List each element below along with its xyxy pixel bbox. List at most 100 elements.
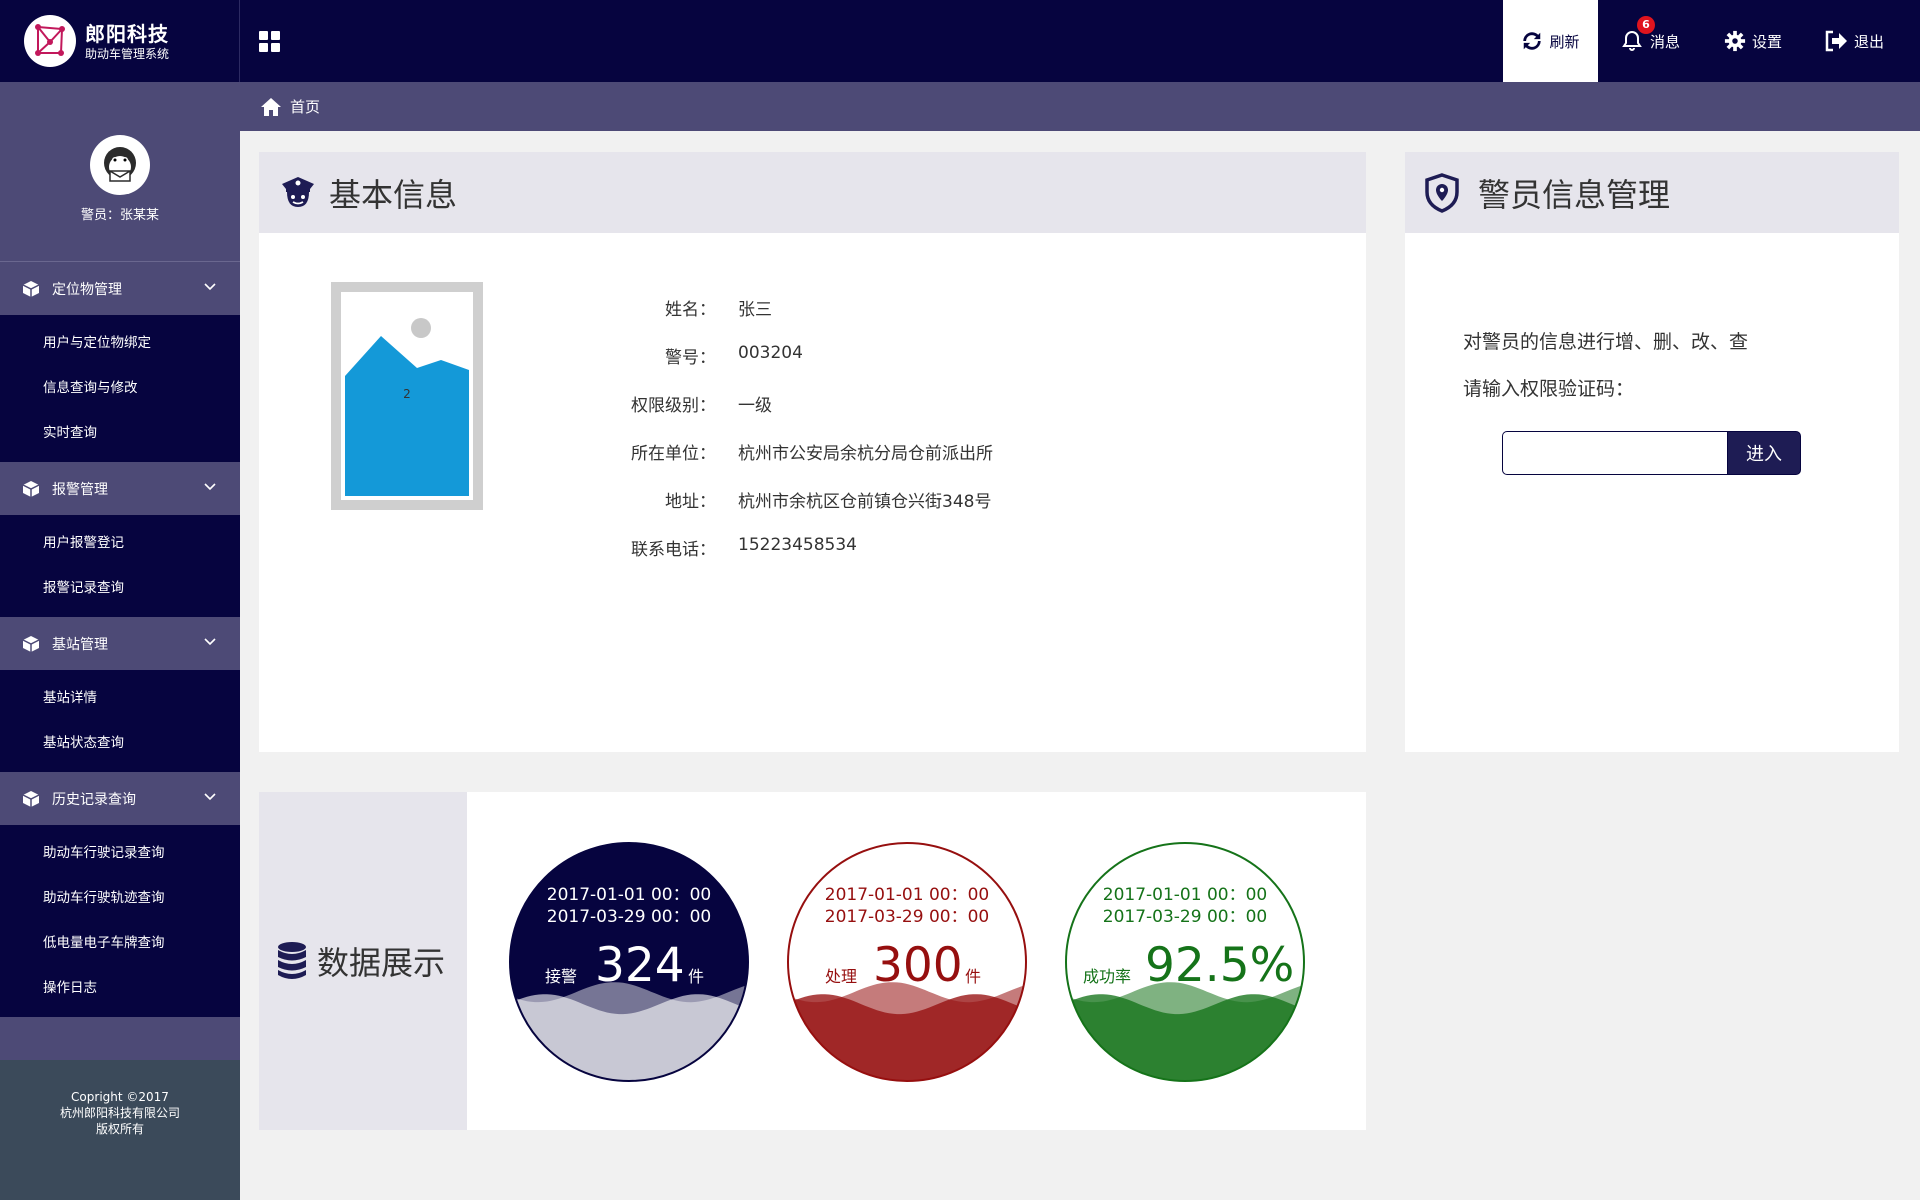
menu-item-realtime-query[interactable]: 实时查询 xyxy=(0,411,240,456)
message-count-badge: 6 xyxy=(1637,16,1655,34)
gauge-value-row: 接警 324 件 xyxy=(507,938,751,998)
chevron-down-icon xyxy=(204,483,216,491)
menu-head-label: 基站管理 xyxy=(52,637,108,653)
settings-button[interactable]: 设置 xyxy=(1724,0,1782,82)
logout-button[interactable]: 退出 xyxy=(1824,0,1884,82)
breadcrumb-home[interactable]: 首页 xyxy=(290,96,320,117)
info-value: 张三 xyxy=(738,300,772,320)
info-value: 15223458534 xyxy=(738,535,857,555)
app-subtitle: 助动车管理系统 xyxy=(85,47,170,61)
sidebar-footer: Copright ©2017 杭州郎阳科技有限公司 版权所有 xyxy=(0,1060,240,1200)
avatar[interactable] xyxy=(90,135,150,195)
refresh-icon xyxy=(1523,32,1542,50)
menu-head-alarm[interactable]: 报警管理 xyxy=(0,463,240,515)
gauge-value: 300 xyxy=(873,938,963,993)
enter-button[interactable]: 进入 xyxy=(1727,431,1801,475)
rights-line: 版权所有 xyxy=(95,1122,144,1136)
refresh-label: 刷新 xyxy=(1549,32,1580,51)
menu-head-history[interactable]: 历史记录查询 xyxy=(0,773,240,825)
grid-menu-icon[interactable] xyxy=(259,31,281,53)
menu-item-station-status[interactable]: 基站状态查询 xyxy=(0,721,240,766)
menu-submenu: 用户报警登记 报警记录查询 xyxy=(0,515,240,617)
gauge-value-row: 处理 300 件 xyxy=(785,938,1029,998)
menu-item-low-battery-plates[interactable]: 低电量电子车牌查询 xyxy=(0,921,240,966)
menu-head-label: 定位物管理 xyxy=(52,282,122,298)
menu-group-alarm: 报警管理 用户报警登记 报警记录查询 xyxy=(0,463,240,617)
gauge-value: 324 xyxy=(595,938,685,993)
data-display-header: 数据展示 xyxy=(259,792,467,1130)
logout-icon xyxy=(1825,30,1847,52)
menu-item-alarm-register[interactable]: 用户报警登记 xyxy=(0,521,240,566)
auth-code-input[interactable] xyxy=(1502,431,1727,475)
menu-head-location[interactable]: 定位物管理 xyxy=(0,263,240,315)
menu-item-ride-tracks[interactable]: 助动车行驶轨迹查询 xyxy=(0,876,240,921)
gauge-alarms-handled: 2017-01-01 00：00 2017-03-29 00：00 处理 300… xyxy=(785,840,1029,1084)
menu-head-label: 报警管理 xyxy=(52,482,108,498)
user-profile: 警员：张某某 xyxy=(0,82,240,262)
info-label: 联系电话： xyxy=(631,540,716,560)
gauge-date-to: 2017-03-29 00：00 xyxy=(546,907,712,927)
company-line: 杭州郎阳科技有限公司 xyxy=(59,1106,180,1120)
cube-icon xyxy=(22,281,40,297)
menu-submenu: 基站详情 基站状态查询 xyxy=(0,670,240,772)
photo-placeholder-label: 2 xyxy=(403,387,411,401)
chevron-down-icon xyxy=(204,793,216,801)
info-label: 姓名： xyxy=(665,300,716,320)
gauge-value-row: 成功率 92.5% xyxy=(1063,938,1307,998)
info-value: 杭州市公安局余杭分局仓前派出所 xyxy=(738,444,993,464)
breadcrumb: 首页 xyxy=(240,82,1920,131)
app-name: 郎阳科技 xyxy=(85,22,169,46)
auth-code-prompt: 请输入权限验证码： xyxy=(1463,378,1635,400)
company-logo xyxy=(24,15,76,67)
gauge-prefix: 接警 xyxy=(545,967,578,986)
menu-item-user-device-binding[interactable]: 用户与定位物绑定 xyxy=(0,321,240,366)
brand: 郎阳科技 助动车管理系统 xyxy=(0,0,240,82)
menu-group-base-station: 基站管理 基站详情 基站状态查询 xyxy=(0,618,240,772)
copyright-line: Copright ©2017 xyxy=(71,1090,169,1104)
menu-item-info-query-edit[interactable]: 信息查询与修改 xyxy=(0,366,240,411)
menu-head-label: 历史记录查询 xyxy=(52,792,136,808)
officer-management-panel: 警员信息管理 对警员的信息进行增、删、改、查 请输入权限验证码： 进入 xyxy=(1405,152,1899,752)
messages-label: 消息 xyxy=(1650,32,1681,51)
gauge-value: 92.5% xyxy=(1145,938,1295,993)
user-name: 警员：张某某 xyxy=(80,208,159,223)
menu-group-history: 历史记录查询 助动车行驶记录查询 助动车行驶轨迹查询 低电量电子车牌查询 操作日… xyxy=(0,773,240,1017)
settings-label: 设置 xyxy=(1752,32,1783,51)
gauge-success-rate: 2017-01-01 00：00 2017-03-29 00：00 成功率 92… xyxy=(1063,840,1307,1084)
data-display-title: 数据展示 xyxy=(317,944,446,982)
menu-submenu: 助动车行驶记录查询 助动车行驶轨迹查询 低电量电子车牌查询 操作日志 xyxy=(0,825,240,1017)
gauge-prefix: 处理 xyxy=(825,967,858,986)
info-label: 地址： xyxy=(665,492,716,512)
info-value: 杭州市余杭区仓前镇仓兴街348号 xyxy=(738,492,992,512)
basic-info-title: 基本信息 xyxy=(329,175,458,214)
officer-management-header: 警员信息管理 xyxy=(1405,152,1899,233)
info-value: 一级 xyxy=(738,396,772,416)
menu-group-location: 定位物管理 用户与定位物绑定 信息查询与修改 实时查询 xyxy=(0,263,240,462)
gear-icon xyxy=(1724,30,1746,52)
refresh-button[interactable]: 刷新 xyxy=(1503,0,1598,82)
top-bar: 郎阳科技 助动车管理系统 刷新 6 消息 设置 退出 xyxy=(0,0,1920,82)
menu-item-station-details[interactable]: 基站详情 xyxy=(0,676,240,721)
data-display-panel: 数据展示 2017-01-01 00：00 2017-03-29 00：00 接… xyxy=(259,792,1366,1130)
police-officer-icon xyxy=(282,176,314,207)
home-icon xyxy=(261,97,281,116)
gauge-date-to: 2017-03-29 00：00 xyxy=(1102,907,1268,927)
profile-photo-placeholder: 2 xyxy=(331,282,483,510)
info-label: 所在单位： xyxy=(631,444,716,464)
logout-label: 退出 xyxy=(1854,32,1885,51)
info-label: 权限级别： xyxy=(631,396,716,416)
menu-item-operation-log[interactable]: 操作日志 xyxy=(0,966,240,1011)
menu-head-base-station[interactable]: 基站管理 xyxy=(0,618,240,670)
menu-item-ride-records[interactable]: 助动车行驶记录查询 xyxy=(0,831,240,876)
chevron-down-icon xyxy=(204,283,216,291)
menu-submenu: 用户与定位物绑定 信息查询与修改 实时查询 xyxy=(0,315,240,462)
gauge-prefix: 成功率 xyxy=(1083,967,1132,986)
basic-info-header: 基本信息 xyxy=(259,152,1366,233)
messages-button[interactable]: 6 消息 xyxy=(1620,0,1680,82)
menu-item-alarm-records[interactable]: 报警记录查询 xyxy=(0,566,240,611)
basic-info-panel: 基本信息 2 姓名： 张三 警号： 003204 权限级别： 一级 所在单位： … xyxy=(259,152,1366,752)
database-icon xyxy=(278,942,306,979)
gauge-suffix: 件 xyxy=(965,967,982,986)
sidebar: 警员：张某某 定位物管理 用户与定位物绑定 信息查询与修改 实时查询 报警管理 … xyxy=(0,82,240,1200)
shield-icon xyxy=(1425,172,1459,213)
